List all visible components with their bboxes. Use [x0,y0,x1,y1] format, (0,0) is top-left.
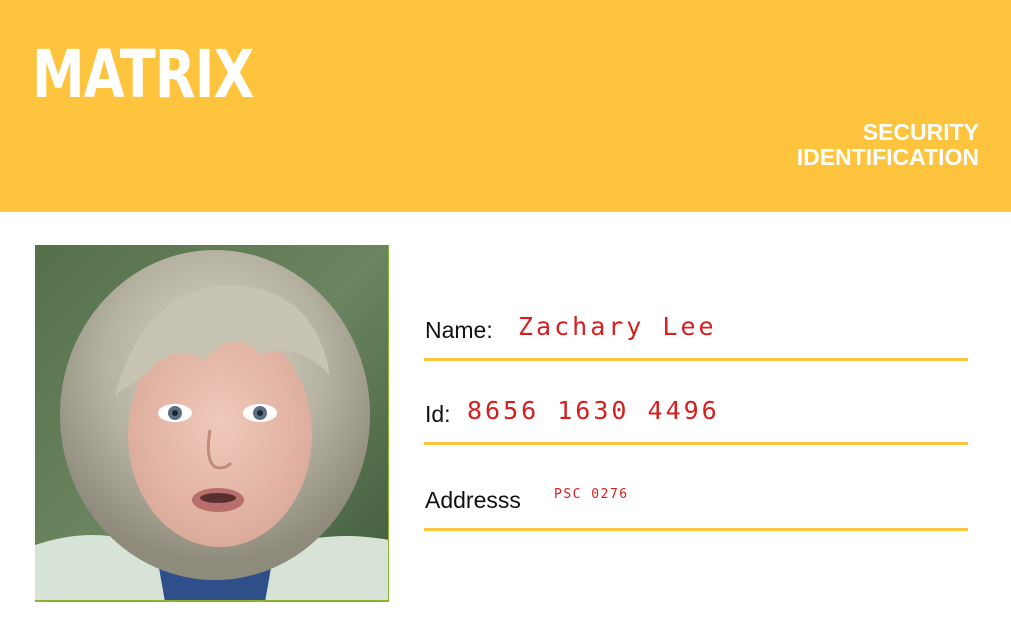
document-type-line-2: IDENTIFICATION [796,144,979,170]
name-field: Name: Zachary Lee [424,300,968,361]
card-header: MATRIX SECURITY IDENTIFICATION [0,0,1011,212]
id-label: Id: [425,401,451,427]
address-value: PSC 0276 [554,487,629,502]
id-field: Id: 8656 1630 4496 [424,385,968,445]
document-type-line-1: SECURITY [862,119,979,145]
address-label: Addresss [425,487,521,513]
name-label: Name: [425,317,493,343]
document-type: SECURITY IDENTIFICATION [797,120,979,170]
holder-photo [35,245,389,602]
brand-logo-text: MATRIX [32,36,254,113]
name-value: Zachary Lee [518,312,717,341]
address-field: Addresss PSC 0276 [424,470,968,531]
portrait-image [35,245,388,600]
id-card: MATRIX SECURITY IDENTIFICATION Name: Zac… [0,0,1011,639]
id-value: 8656 1630 4496 [467,396,720,425]
